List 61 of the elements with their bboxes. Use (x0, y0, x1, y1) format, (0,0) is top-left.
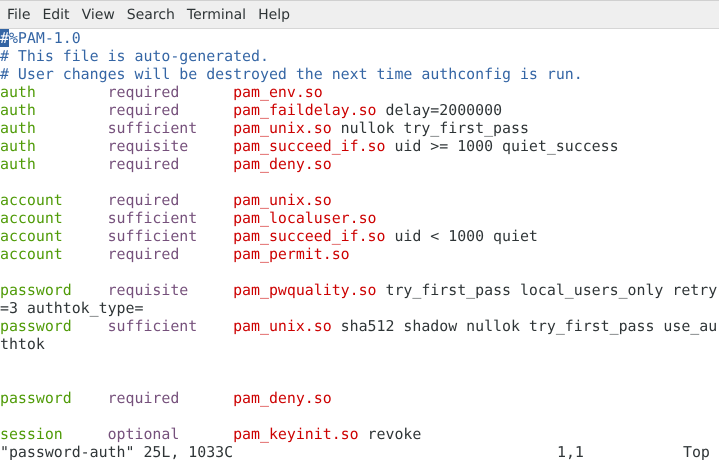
module-type-text: auth (0, 137, 37, 155)
control-flag-text: sufficient (108, 227, 198, 245)
module-path-text: pam_localuser.so (233, 209, 377, 227)
control-flag-text: required (108, 191, 180, 209)
comment-text: %PAM-1.0 (8, 29, 81, 47)
module-type-text: account (0, 191, 64, 209)
control-flag-text: sufficient (108, 209, 198, 227)
argument-text: uid >= 1000 quiet_success (394, 137, 619, 155)
module-type-text: account (0, 209, 64, 227)
module-path-text: pam_permit.so (233, 245, 350, 263)
module-type-text: session (0, 425, 64, 443)
module-path-text: pam_env.so (233, 83, 323, 101)
module-path-text: pam_pwquality.so (233, 281, 377, 299)
module-path-text: pam_unix.so (233, 119, 332, 137)
control-flag-text: sufficient (108, 119, 198, 137)
comment-text: # User changes will be destroyed the next time authconfig is run. (0, 65, 583, 83)
control-flag-text: optional (108, 425, 180, 443)
module-path-text: pam_keyinit.so (233, 425, 359, 443)
control-flag-text: required (108, 101, 180, 119)
menu-item[interactable]: Terminal (182, 4, 252, 26)
module-path-text: pam_unix.so (233, 317, 332, 335)
menu-item[interactable]: Help (253, 4, 295, 26)
scroll-position: Top (683, 443, 711, 460)
menu-item[interactable]: Search (122, 4, 180, 26)
menu-item[interactable]: File (2, 4, 36, 26)
menu-item[interactable]: View (76, 4, 120, 26)
module-type-text: account (0, 227, 64, 245)
argument-text: nullok try_first_pass (340, 119, 529, 137)
argument-text: delay=2000000 (385, 101, 502, 119)
control-flag-text: requisite (108, 281, 190, 299)
argument-text: thtok (0, 335, 45, 353)
argument-text: try_first_pass local_users_only retry (385, 281, 718, 299)
module-type-text: auth (0, 155, 37, 173)
control-flag-text: required (108, 389, 180, 407)
module-type-text: auth (0, 119, 37, 137)
module-type-text: password (0, 317, 73, 335)
cursor-block: # (0, 29, 9, 47)
module-path-text: pam_deny.so (233, 389, 332, 407)
menu-item[interactable]: Edit (37, 4, 75, 26)
argument-text: revoke (368, 425, 422, 443)
module-type-text: account (0, 245, 64, 263)
control-flag-text: requisite (108, 137, 190, 155)
module-type-text: auth (0, 83, 37, 101)
status-message: "password-auth" 25L, 1033C (0, 443, 234, 460)
argument-text: uid < 1000 quiet (394, 227, 538, 245)
control-flag-text: required (108, 155, 180, 173)
module-type-text: password (0, 389, 73, 407)
control-flag-text: required (108, 83, 180, 101)
argument-text: sha512 shadow nullok try_first_pass use_au (340, 317, 718, 335)
control-flag-text: sufficient (108, 317, 198, 335)
module-path-text: pam_succeed_if.so (233, 137, 386, 155)
module-type-text: password (0, 281, 73, 299)
module-path-text: pam_succeed_if.so (233, 227, 386, 245)
module-type-text: auth (0, 101, 37, 119)
module-path-text: pam_unix.so (233, 191, 332, 209)
comment-text: # This file is auto-generated. (0, 47, 269, 65)
module-path-text: pam_deny.so (233, 155, 332, 173)
control-flag-text: required (108, 245, 180, 263)
argument-text: =3 authtok_type= (0, 299, 144, 317)
module-path-text: pam_faildelay.so (233, 101, 377, 119)
cursor-position: 1,1 (557, 443, 585, 460)
